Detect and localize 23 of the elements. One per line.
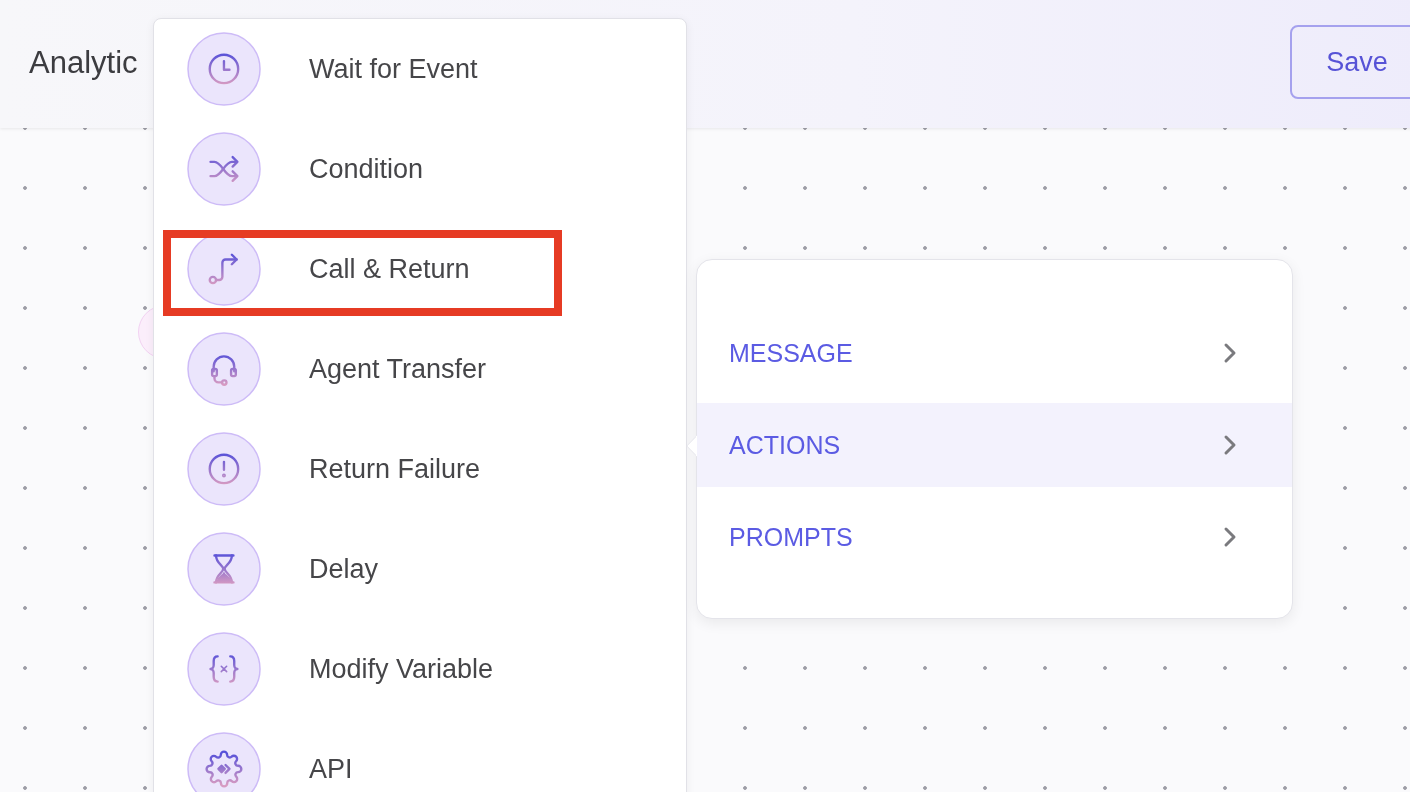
page-title: Analytic [29, 45, 138, 81]
hourglass-icon [187, 532, 261, 606]
submenu-item[interactable]: MESSAGE [697, 311, 1292, 395]
chevron-right-icon [1223, 526, 1237, 548]
menu-item[interactable]: Wait for Event [154, 19, 686, 119]
menu-item[interactable]: Agent Transfer [154, 319, 686, 419]
headset-icon [187, 332, 261, 406]
menu-item[interactable]: Condition [154, 119, 686, 219]
menu-item[interactable]: Return Failure [154, 419, 686, 519]
clock-icon [187, 32, 261, 106]
menu-item[interactable]: Modify Variable [154, 619, 686, 719]
menu-item[interactable]: Delay [154, 519, 686, 619]
menu-item[interactable]: API [154, 719, 686, 792]
exclamation-circle-icon [187, 432, 261, 506]
submenu-item[interactable]: ACTIONS [697, 403, 1292, 487]
chevron-right-icon [1223, 342, 1237, 364]
save-button[interactable]: Save [1290, 25, 1410, 99]
crossing-arrows-icon [187, 132, 261, 206]
chevron-right-icon [1223, 434, 1237, 456]
menu-item[interactable]: Call & Return [154, 219, 686, 319]
gear-icon [187, 732, 261, 792]
braces-x-icon [187, 632, 261, 706]
submenu-item[interactable]: PROMPTS [697, 495, 1292, 579]
